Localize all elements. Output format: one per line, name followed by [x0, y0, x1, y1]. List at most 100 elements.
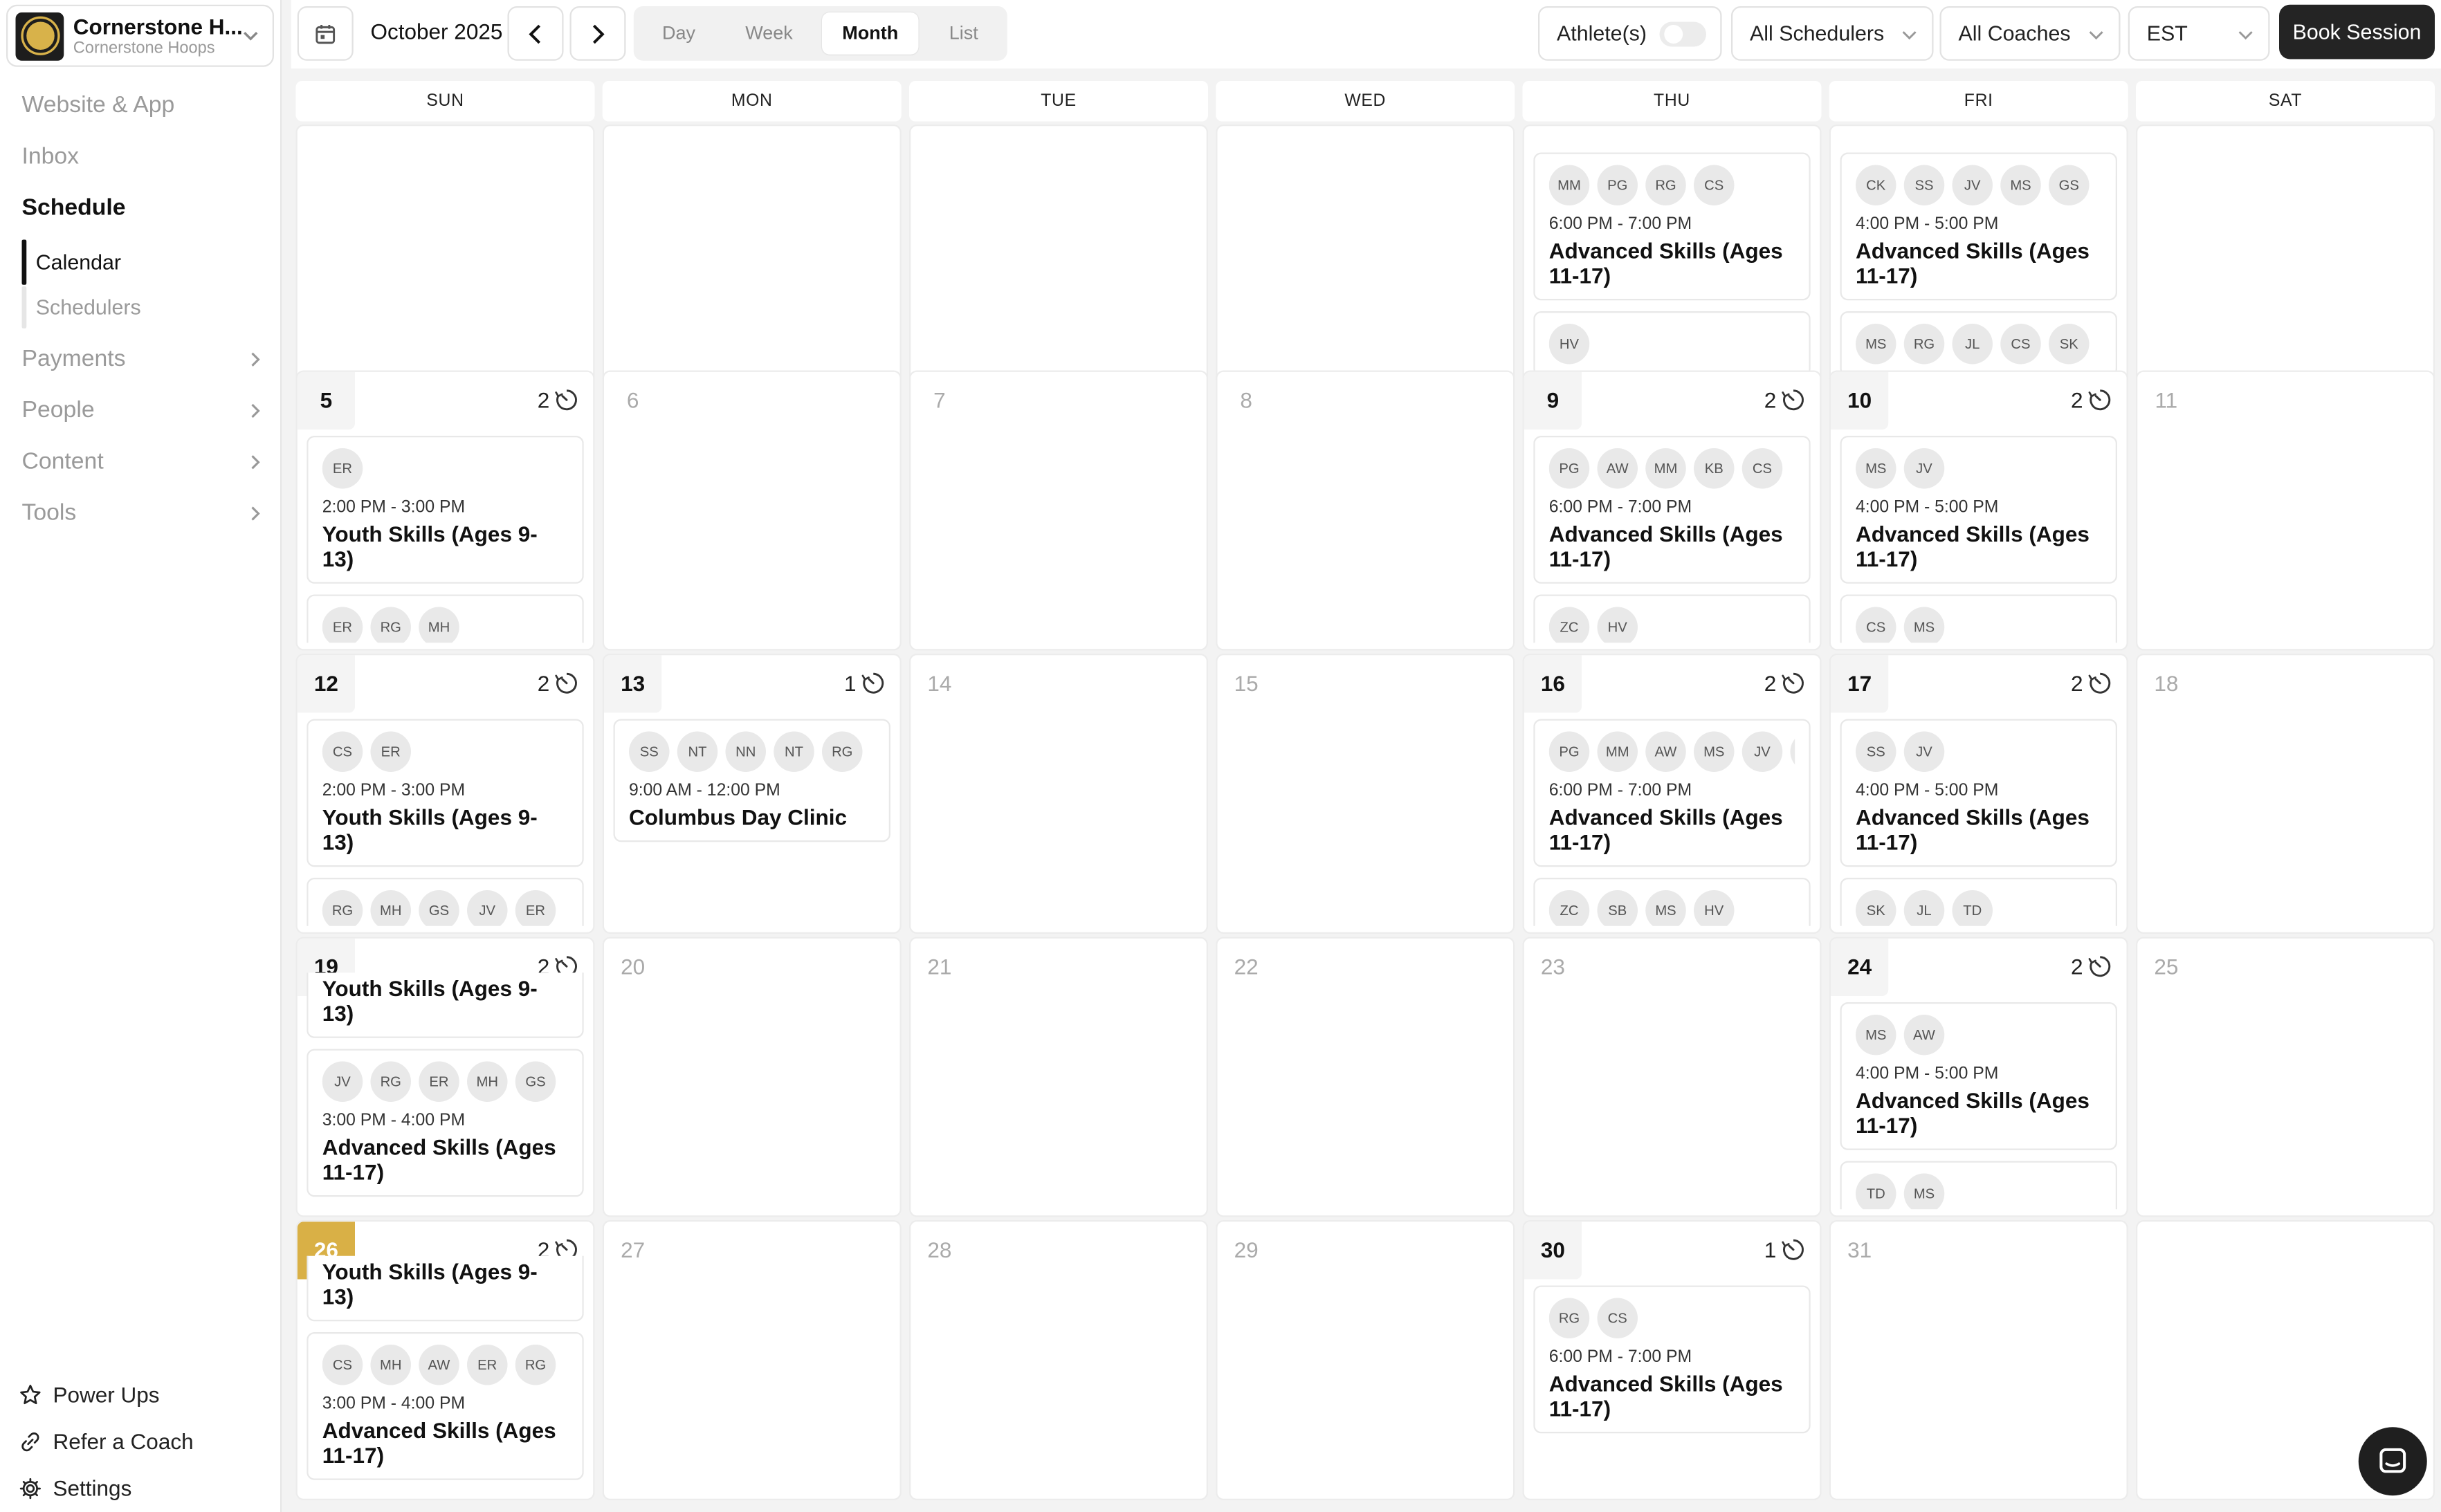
- avatar[interactable]: ER: [419, 1061, 459, 1102]
- avatar[interactable]: GS: [419, 890, 459, 926]
- avatar[interactable]: ER: [370, 731, 411, 772]
- avatar[interactable]: RG: [822, 731, 863, 772]
- coaches-select[interactable]: All Coaches: [1939, 6, 2121, 61]
- event-card[interactable]: CS MS: [1840, 594, 2117, 643]
- day-cell[interactable]: 22: [1216, 937, 1515, 1217]
- avatar[interactable]: AW: [419, 1345, 459, 1385]
- avatar[interactable]: MH: [370, 890, 411, 926]
- date-picker-button[interactable]: [297, 6, 354, 61]
- avatar[interactable]: CS: [1597, 1298, 1638, 1338]
- next-month-button[interactable]: [569, 6, 626, 61]
- day-cell[interactable]: 2622:00 PM - 3:00 PMYouth Skills (Ages 9…: [295, 1220, 595, 1500]
- day-cell[interactable]: [909, 125, 1208, 386]
- event-card[interactable]: CS MH AW ER RG 3:00 PM - 4:00 PM Advanced Skil…: [307, 1332, 584, 1480]
- day-cell[interactable]: 25: [2136, 937, 2435, 1217]
- timezone-select[interactable]: EST: [2128, 6, 2270, 61]
- day-cell[interactable]: 31: [1829, 1220, 2128, 1500]
- event-card[interactable]: MS RG JL CS SK: [1840, 311, 2117, 377]
- avatar[interactable]: CS: [1856, 607, 1896, 643]
- day-cell[interactable]: 9 2 PG AW MM KB CS 6:00 PM - 7:00 PM Advanced Sk…: [1522, 370, 1822, 651]
- subnav-schedulers[interactable]: Schedulers: [36, 293, 141, 324]
- avatar[interactable]: GS: [2049, 165, 2090, 205]
- athletes-filter[interactable]: Athlete(s): [1538, 6, 1722, 61]
- avatar[interactable]: HV: [1548, 324, 1590, 365]
- avatar[interactable]: MS: [1856, 448, 1896, 489]
- day-cell[interactable]: 13 1 SS NT NN NT RG 9:00 AM - 12:00 PM Columbus …: [602, 654, 902, 934]
- avatar[interactable]: MM: [1548, 165, 1590, 205]
- event-count[interactable]: 2: [538, 387, 579, 412]
- day-cell[interactable]: CK SS JV MS GS 4:00 PM - 5:00 PM Advanced Skil…: [1829, 125, 2128, 386]
- avatar[interactable]: RG: [370, 1061, 411, 1102]
- avatar[interactable]: TD: [1952, 890, 1993, 926]
- event-card[interactable]: SS NT NN NT RG 9:00 AM - 12:00 PM Columbus Day…: [613, 719, 890, 842]
- book-session-button[interactable]: Book Session: [2279, 4, 2435, 59]
- avatar[interactable]: CS: [1741, 448, 1783, 489]
- event-card[interactable]: TD MS: [1840, 1161, 2117, 1210]
- avatar[interactable]: CS: [322, 731, 363, 772]
- event-count[interactable]: 2: [2071, 954, 2112, 979]
- nav-website-app[interactable]: Website & App: [22, 89, 268, 123]
- avatar[interactable]: RG: [1903, 324, 1945, 365]
- day-cell[interactable]: [602, 125, 902, 386]
- avatar[interactable]: JV: [1903, 448, 1945, 489]
- schedulers-select[interactable]: All Schedulers: [1731, 6, 1934, 61]
- avatar[interactable]: JV: [1741, 731, 1783, 772]
- avatar[interactable]: RG: [1548, 1298, 1590, 1338]
- event-count[interactable]: 2: [2071, 387, 2112, 412]
- event-card[interactable]: MS AW 4:00 PM - 5:00 PM Advanced Skills (Ag…: [1840, 1002, 2117, 1150]
- day-cell[interactable]: 23: [1522, 937, 1822, 1217]
- event-card[interactable]: RG CS 6:00 PM - 7:00 PM Advanced Skills (Ag…: [1533, 1285, 1811, 1434]
- nav-payments[interactable]: Payments: [22, 342, 268, 377]
- avatar[interactable]: ER: [515, 890, 556, 926]
- day-cell[interactable]: 21: [909, 937, 1208, 1217]
- subnav-calendar[interactable]: Calendar: [36, 248, 121, 279]
- view-day[interactable]: Day: [640, 12, 718, 55]
- avatar[interactable]: HV: [1597, 607, 1638, 643]
- avatar[interactable]: SK: [1856, 890, 1896, 926]
- avatar[interactable]: AW: [1903, 1015, 1945, 1055]
- avatar[interactable]: PG: [1548, 731, 1590, 772]
- avatar[interactable]: CK: [1856, 165, 1896, 205]
- avatar[interactable]: PG: [1597, 165, 1638, 205]
- avatar[interactable]: MS: [1694, 731, 1735, 772]
- avatar[interactable]: MM: [1597, 731, 1638, 772]
- day-cell[interactable]: 17 2 SS JV 4:00 PM - 5:00 PM Advanced Skills …: [1829, 654, 2128, 934]
- nav-power-ups[interactable]: Power Ups: [19, 1379, 160, 1410]
- avatar[interactable]: MM: [1645, 448, 1686, 489]
- event-card[interactable]: SK JL TD: [1840, 878, 2117, 926]
- avatar[interactable]: JV: [1903, 731, 1945, 772]
- view-week[interactable]: Week: [724, 12, 814, 55]
- event-card[interactable]: ERRGMH3:00 PM - 4:00 PM: [307, 594, 584, 643]
- day-cell[interactable]: 162PGMMAWMSJVKE6:00 PM - 7:00 PMAdvanced…: [1522, 654, 1822, 934]
- day-cell[interactable]: 14: [909, 654, 1208, 934]
- event-card[interactable]: 2:00 PM - 3:00 PMYouth Skills (Ages 9-13…: [307, 1255, 584, 1322]
- day-cell[interactable]: 15: [1216, 654, 1515, 934]
- day-cell[interactable]: 5 2 ER 2:00 PM - 3:00 PM Youth Skills (Ages …: [295, 370, 595, 651]
- day-cell[interactable]: [1216, 125, 1515, 386]
- avatar[interactable]: TD: [1856, 1173, 1896, 1210]
- day-cell[interactable]: MM PG RG CS 6:00 PM - 7:00 PM Advanced Skills…: [1522, 125, 1822, 386]
- event-count[interactable]: 1: [1764, 1237, 1806, 1262]
- avatar[interactable]: SK: [2049, 324, 2090, 365]
- avatar[interactable]: AW: [1645, 731, 1686, 772]
- avatar[interactable]: RG: [322, 890, 363, 926]
- nav-inbox[interactable]: Inbox: [22, 140, 268, 175]
- event-card[interactable]: PG AW MM KB CS 6:00 PM - 7:00 PM Advanced Skil…: [1533, 436, 1811, 584]
- avatar[interactable]: GS: [515, 1061, 556, 1102]
- avatar[interactable]: ER: [322, 607, 363, 643]
- nav-schedule[interactable]: Schedule: [22, 192, 268, 226]
- event-card[interactable]: 2:00 PM - 3:00 PMYouth Skills (Ages 9-13…: [307, 972, 584, 1038]
- chat-launcher[interactable]: [2358, 1427, 2427, 1496]
- avatar[interactable]: KE: [1790, 731, 1795, 772]
- day-cell[interactable]: 6: [602, 370, 902, 651]
- avatar[interactable]: MS: [1856, 324, 1896, 365]
- avatar[interactable]: NN: [725, 731, 766, 772]
- avatar[interactable]: SS: [629, 731, 670, 772]
- event-card[interactable]: ZC SB MS HV: [1533, 878, 1811, 926]
- org-switcher[interactable]: Cornerstone H... Cornerstone Hoops: [6, 4, 274, 67]
- avatar[interactable]: MS: [1903, 1173, 1945, 1210]
- avatar[interactable]: ZC: [1548, 890, 1590, 926]
- nav-people[interactable]: People: [22, 394, 268, 428]
- avatar[interactable]: CS: [2000, 324, 2041, 365]
- day-cell[interactable]: 1922:00 PM - 3:00 PMYouth Skills (Ages 9…: [295, 937, 595, 1217]
